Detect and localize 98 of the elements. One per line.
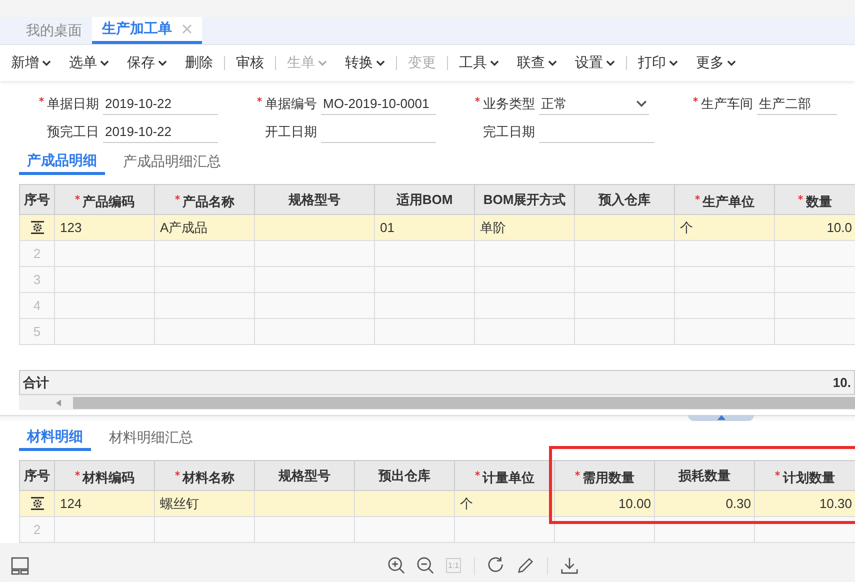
chevron-down-icon xyxy=(376,60,385,66)
field-label: 开工日期 xyxy=(265,123,317,141)
required-icon xyxy=(174,195,180,200)
chevron-down-icon xyxy=(606,60,615,66)
required-icon xyxy=(775,471,780,476)
section-tab[interactable]: 材料明细汇总 xyxy=(101,425,201,451)
required-icon xyxy=(174,471,180,476)
column-header: 材料编码 xyxy=(82,469,134,487)
toolbar-button[interactable]: 转换 xyxy=(340,50,390,76)
total-label: 合计 xyxy=(23,374,49,392)
download-icon[interactable] xyxy=(560,556,580,575)
table-cell: 单阶 xyxy=(480,220,506,234)
toolbar-button[interactable]: 保存 xyxy=(122,50,172,76)
toolbar-button[interactable]: 联查 xyxy=(512,50,562,76)
column-header: 预入仓库 xyxy=(598,190,650,208)
row-number: 4 xyxy=(33,298,41,313)
column-header: 损耗数量 xyxy=(678,466,730,484)
table-cell: 0.30 xyxy=(726,496,751,511)
required-icon xyxy=(798,195,803,200)
input-field[interactable]: MO-2019-10-0001 xyxy=(321,93,436,115)
total-value: 10. xyxy=(832,375,851,390)
column-header: 序号 xyxy=(24,466,50,484)
toolbar-button[interactable]: 更多 xyxy=(691,50,741,76)
chevron-down-icon xyxy=(100,60,109,66)
column-header: 材料名称 xyxy=(182,469,234,487)
required-icon xyxy=(474,471,480,476)
table-cell: A产成品 xyxy=(160,220,208,234)
section-tab[interactable]: 产成品明细 xyxy=(19,149,105,175)
field-label: 单据日期 xyxy=(47,95,99,113)
column-header: 生产单位 xyxy=(702,193,754,211)
chevron-down-icon xyxy=(669,60,678,66)
table-cell: 个 xyxy=(460,496,473,510)
select-field[interactable]: 正常 xyxy=(539,93,649,115)
toolbar-button[interactable]: 新增 xyxy=(6,50,56,76)
column-header: 规格型号 xyxy=(278,466,330,484)
column-header: 产品名称 xyxy=(182,193,234,211)
chevron-down-icon xyxy=(318,60,327,66)
required-icon xyxy=(74,195,80,200)
table-cell: 10.0 xyxy=(826,220,852,235)
column-header: BOM展开方式 xyxy=(483,190,566,208)
input-field[interactable]: 生产二部 xyxy=(757,93,837,115)
toolbar-button[interactable]: 审核 xyxy=(231,50,269,76)
table-cell: 123 xyxy=(60,220,82,235)
column-header: 预出仓库 xyxy=(378,466,430,484)
pencil-icon[interactable] xyxy=(516,556,536,575)
required-icon xyxy=(693,97,698,102)
input-field[interactable]: 2019-10-22 xyxy=(103,121,218,143)
column-header: 规格型号 xyxy=(288,190,340,208)
chevron-down-icon xyxy=(158,60,167,66)
column-header: 计划数量 xyxy=(783,469,835,487)
field-label: 单据编号 xyxy=(265,95,317,113)
required-icon xyxy=(74,471,80,476)
required-icon xyxy=(39,97,44,102)
table-cell: 124 xyxy=(60,496,82,511)
required-icon xyxy=(475,97,480,102)
chevron-down-icon xyxy=(42,60,51,66)
toolbar-button[interactable]: 打印 xyxy=(633,50,683,76)
chevron-down-icon xyxy=(490,60,499,66)
table-cell: 01 xyxy=(380,220,394,235)
row-number: 3 xyxy=(33,272,41,287)
column-header: 数量 xyxy=(806,193,832,211)
section-tab[interactable]: 材料明细 xyxy=(19,425,91,451)
chevron-down-icon xyxy=(636,100,647,107)
column-header: 序号 xyxy=(24,190,50,208)
toolbar-button[interactable]: 设置 xyxy=(570,50,620,76)
field-label: 预完工日 xyxy=(47,123,99,141)
required-icon xyxy=(257,97,262,102)
table-cell: 10.30 xyxy=(819,496,852,511)
table-cell: 螺丝钉 xyxy=(160,496,199,510)
toolbar-button[interactable]: 删除 xyxy=(180,50,218,76)
row-number: 5 xyxy=(33,324,41,339)
toolbar-button[interactable]: 工具 xyxy=(454,50,504,76)
row-number: 2 xyxy=(33,522,41,537)
table-cell: 个 xyxy=(680,220,693,234)
collapse-handle[interactable] xyxy=(688,415,754,421)
required-icon xyxy=(694,195,700,200)
row-settings-icon[interactable] xyxy=(30,221,44,234)
page-tab[interactable]: 生产加工单 xyxy=(92,17,202,44)
table-cell: 10.00 xyxy=(618,496,651,511)
row-number: 2 xyxy=(33,246,41,261)
input-field[interactable]: 2019-10-22 xyxy=(103,93,218,115)
row-settings-icon[interactable] xyxy=(30,497,44,510)
toolbar-button[interactable]: 选单 xyxy=(64,50,114,76)
chevron-down-icon xyxy=(548,60,557,66)
zoom-in-icon[interactable] xyxy=(387,556,406,575)
chevron-down-icon xyxy=(727,60,736,66)
section-tab[interactable]: 产成品明细汇总 xyxy=(115,149,229,175)
column-header: 计量单位 xyxy=(482,469,534,487)
horizontal-scrollbar[interactable] xyxy=(19,395,855,410)
column-header: 适用BOM xyxy=(396,190,453,208)
required-icon xyxy=(574,471,580,476)
layout-icon[interactable] xyxy=(11,556,29,574)
field-label: 生产车间 xyxy=(701,95,753,113)
column-header: 需用数量 xyxy=(582,469,634,487)
field-label: 业务类型 xyxy=(483,95,535,113)
field-label: 完工日期 xyxy=(483,123,535,141)
column-header: 产品编码 xyxy=(82,193,134,211)
zoom-out-icon[interactable] xyxy=(416,556,435,575)
